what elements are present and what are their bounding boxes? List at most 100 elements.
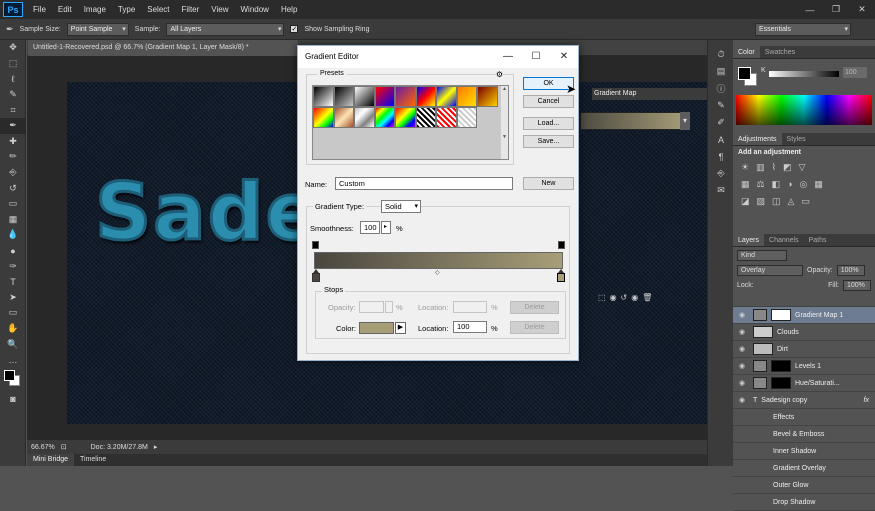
info-panel-icon[interactable]: ⓘ: [708, 80, 734, 97]
quick-mask-icon[interactable]: ◙: [0, 391, 26, 407]
preset-swatch[interactable]: [313, 107, 334, 128]
levels-icon[interactable]: ▥: [756, 162, 765, 173]
edit-toolbar-icon[interactable]: …: [0, 352, 26, 368]
effect-row[interactable]: Inner Shadow: [733, 443, 875, 460]
eyedropper-icon[interactable]: ✒: [6, 24, 14, 35]
layer-row[interactable]: ◉ Gradient Map 1: [733, 307, 875, 324]
tab-color[interactable]: Color: [733, 46, 760, 58]
preset-swatch[interactable]: [333, 86, 354, 107]
close-button[interactable]: ✕: [849, 4, 875, 15]
preset-swatch[interactable]: [415, 86, 436, 107]
layer-row[interactable]: ◉ Dirt: [733, 341, 875, 358]
menu-view[interactable]: View: [205, 0, 234, 19]
presets-scrollbar[interactable]: ▲ ▼: [500, 86, 508, 159]
opacity-input[interactable]: [359, 301, 384, 313]
lasso-tool-icon[interactable]: ℓ: [0, 71, 26, 87]
hand-tool-icon[interactable]: ✋: [0, 321, 26, 337]
layer-row[interactable]: ◉ Hue/Saturati...: [733, 375, 875, 392]
eyedropper-tool-icon[interactable]: ✒: [0, 117, 26, 134]
crop-tool-icon[interactable]: ⌗: [0, 102, 26, 118]
menu-file[interactable]: File: [27, 0, 52, 19]
midpoint-diamond-icon[interactable]: ◇: [435, 269, 440, 276]
save-button[interactable]: Save...: [523, 135, 574, 148]
restore-button[interactable]: ❐: [823, 4, 849, 15]
selective-color-icon[interactable]: ◬: [788, 196, 795, 207]
menu-select[interactable]: Select: [141, 0, 175, 19]
document-tab[interactable]: Untitled-1-Recovered.psd @ 66.7% (Gradie…: [28, 40, 298, 56]
opacity-stop-right[interactable]: [558, 241, 565, 249]
gear-icon[interactable]: ⚙: [495, 70, 503, 79]
dialog-maximize-icon[interactable]: ☐: [522, 46, 550, 68]
minimize-button[interactable]: —: [797, 5, 823, 15]
tab-paths[interactable]: Paths: [804, 234, 832, 246]
vibrance-icon[interactable]: ▽: [799, 162, 806, 173]
healing-brush-icon[interactable]: ✚: [0, 134, 26, 150]
eye-icon[interactable]: ◉: [739, 328, 749, 336]
preset-swatch[interactable]: [456, 86, 477, 107]
gradient-map-icon[interactable]: ▭: [801, 196, 810, 207]
sample-select[interactable]: All Layers: [166, 22, 285, 36]
color-spectrum[interactable]: [736, 95, 872, 125]
visibility-icon[interactable]: ◉: [631, 293, 638, 302]
color-location-input[interactable]: 100: [453, 321, 487, 333]
opacity-value[interactable]: 100%: [836, 265, 865, 276]
brush-panel-icon[interactable]: ✎: [708, 97, 734, 114]
tab-timeline[interactable]: Timeline: [74, 454, 112, 466]
marquee-tool-icon[interactable]: ⬚: [0, 56, 26, 72]
black-white-icon[interactable]: ◧: [772, 179, 781, 190]
eye-icon[interactable]: ◉: [739, 345, 749, 353]
pen-tool-icon[interactable]: ✑: [0, 258, 26, 274]
fill-value[interactable]: 100%: [843, 280, 871, 291]
cancel-button[interactable]: Cancel: [523, 95, 574, 108]
color-arrow-icon[interactable]: ▶: [395, 322, 406, 334]
tab-channels[interactable]: Channels: [764, 234, 804, 246]
path-select-icon[interactable]: ➤: [0, 290, 26, 306]
blur-tool-icon[interactable]: 💧: [0, 227, 26, 243]
preset-swatch[interactable]: [436, 107, 457, 128]
clip-icon[interactable]: ⬚: [598, 293, 606, 302]
preset-swatch[interactable]: [395, 107, 416, 128]
preset-swatch[interactable]: [477, 86, 498, 107]
color-stop-left[interactable]: [312, 269, 320, 282]
brush-tool-icon[interactable]: ✏: [0, 149, 26, 165]
color-fg-bg[interactable]: [738, 67, 757, 86]
layer-filter-select[interactable]: Kind: [737, 250, 787, 261]
opacity-stop-left[interactable]: [312, 241, 319, 249]
effect-row[interactable]: Outer Glow: [733, 477, 875, 494]
hue-saturation-icon[interactable]: ▦: [741, 179, 750, 190]
preset-swatch[interactable]: [313, 86, 334, 107]
trash-icon[interactable]: 🗑: [642, 293, 652, 302]
brightness-icon[interactable]: ☀: [741, 162, 749, 173]
channel-mixer-icon[interactable]: ◎: [800, 179, 808, 190]
name-input[interactable]: Custom: [335, 177, 513, 190]
status-arrow-icon[interactable]: ▸: [154, 443, 158, 451]
fg-bg-colors[interactable]: [0, 367, 25, 391]
preset-swatch[interactable]: [395, 86, 416, 107]
menu-help[interactable]: Help: [275, 0, 303, 19]
threshold-icon[interactable]: ◫: [772, 196, 781, 207]
tab-layers[interactable]: Layers: [733, 234, 765, 246]
properties-panel-icon[interactable]: ▤: [708, 63, 734, 80]
menu-window[interactable]: Window: [234, 0, 274, 19]
fx-icon[interactable]: fx: [864, 397, 869, 404]
color-delete-button[interactable]: Delete: [510, 321, 559, 334]
menu-type[interactable]: Type: [112, 0, 141, 19]
history-brush-icon[interactable]: ↺: [0, 180, 26, 196]
status-info-icon[interactable]: ⊡: [61, 443, 67, 451]
blend-mode-select[interactable]: Overlay: [737, 265, 803, 276]
eye-icon[interactable]: ◉: [739, 396, 749, 404]
preset-swatch[interactable]: [374, 107, 395, 128]
zoom-level[interactable]: 66.67%: [31, 444, 55, 451]
layer-row[interactable]: ◉ Clouds: [733, 324, 875, 341]
move-tool-icon[interactable]: ✥: [0, 40, 26, 56]
dodge-tool-icon[interactable]: ●: [0, 243, 26, 259]
color-balance-icon[interactable]: ⚖: [757, 179, 765, 190]
photo-filter-icon[interactable]: ◑: [787, 179, 792, 190]
k-slider[interactable]: [769, 71, 839, 77]
preset-swatch[interactable]: [456, 107, 477, 128]
clone-stamp-icon[interactable]: ⎆: [0, 165, 26, 181]
show-ring-checkbox[interactable]: ✓: [290, 25, 299, 33]
menu-edit[interactable]: Edit: [52, 0, 78, 19]
posterize-icon[interactable]: ▨: [757, 196, 766, 207]
preset-swatch[interactable]: [354, 107, 375, 128]
